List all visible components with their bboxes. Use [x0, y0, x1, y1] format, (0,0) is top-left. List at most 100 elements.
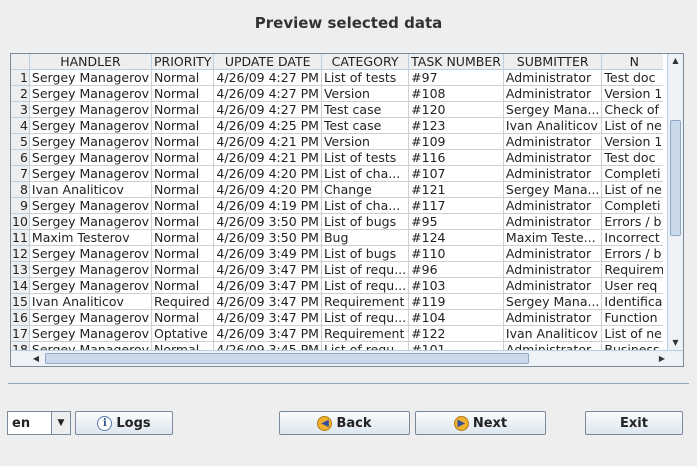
table-cell[interactable]: #103 [408, 277, 504, 294]
table-cell[interactable]: Test case [321, 101, 410, 118]
table-cell[interactable]: 4/26/09 4:20 PM [213, 181, 322, 198]
table-cell[interactable]: 4/26/09 3:47 PM [213, 309, 322, 326]
table-cell[interactable]: Completi [601, 165, 663, 182]
table-cell[interactable]: Change [321, 181, 410, 198]
vertical-scroll-thumb[interactable] [670, 120, 681, 236]
table-cell[interactable]: Incorrect [601, 229, 663, 246]
table-cell[interactable]: Normal [151, 229, 215, 246]
table-cell[interactable]: #97 [408, 69, 504, 86]
table-cell[interactable]: Normal [151, 277, 215, 294]
table-row[interactable]: 14 Sergey Managerov Normal 4/26/09 3:47 PM L… [11, 277, 663, 294]
table-cell[interactable]: Normal [151, 213, 215, 230]
table-cell[interactable]: Normal [151, 133, 215, 150]
table-cell[interactable]: Sergey Managerov [29, 197, 153, 214]
horizontal-scrollbar[interactable]: ◀ ▶ [11, 350, 683, 366]
table-cell[interactable]: Sergey Managerov [29, 245, 153, 262]
table-cell[interactable]: Sergey Managerov [29, 165, 153, 182]
table-cell[interactable]: #117 [408, 197, 504, 214]
table-cell[interactable]: 4/26/09 4:27 PM [213, 85, 322, 102]
table-cell[interactable]: Ivan Analiticov [503, 325, 603, 342]
table-cell[interactable]: Normal [151, 261, 215, 278]
table-cell[interactable]: List of requ... [321, 309, 410, 326]
table-cell[interactable]: Optative [151, 325, 215, 342]
table-cell[interactable]: Administrator [503, 69, 603, 86]
table-cell[interactable]: 4/26/09 3:47 PM [213, 325, 322, 342]
table-cell[interactable]: 4/26/09 4:25 PM [213, 117, 322, 134]
table-cell[interactable]: 4/26/09 3:50 PM [213, 213, 322, 230]
table-cell[interactable]: 4/26/09 3:47 PM [213, 277, 322, 294]
table-cell[interactable]: 4/26/09 4:27 PM [213, 101, 322, 118]
table-cell[interactable]: List of requ... [321, 277, 410, 294]
vertical-scrollbar[interactable]: ▲ ▼ [667, 54, 683, 350]
table-cell[interactable]: List of bugs [321, 213, 410, 230]
table-row[interactable]: 18 Sergey Managerov Normal 4/26/09 3:45 PM L… [11, 341, 663, 350]
table-cell[interactable]: Sergey Mana... [503, 101, 603, 118]
table-cell[interactable]: Ivan Analiticov [503, 117, 603, 134]
table-cell[interactable]: Normal [151, 101, 215, 118]
table-cell[interactable]: #96 [408, 261, 504, 278]
table-cell[interactable]: #121 [408, 181, 504, 198]
scroll-down-icon[interactable]: ▼ [668, 336, 683, 350]
table-cell[interactable]: Test case [321, 117, 410, 134]
table-row[interactable]: 9 Sergey Managerov Normal 4/26/09 4:19 PM Li… [11, 197, 663, 214]
table-row[interactable]: 10 Sergey Managerov Normal 4/26/09 3:50 PM L… [11, 213, 663, 230]
table-cell[interactable]: List of requ... [321, 261, 410, 278]
table-cell[interactable]: #104 [408, 309, 504, 326]
table-cell[interactable]: 4/26/09 3:47 PM [213, 261, 322, 278]
table-cell[interactable]: Administrator [503, 277, 603, 294]
table-cell[interactable]: 4/26/09 3:45 PM [213, 341, 322, 350]
table-cell[interactable]: Requirement [321, 293, 410, 310]
table-cell[interactable]: 4/26/09 4:20 PM [213, 165, 322, 182]
table-cell[interactable]: List of tests [321, 69, 410, 86]
table-cell[interactable]: Function [601, 309, 663, 326]
table-cell[interactable]: Sergey Managerov [29, 213, 153, 230]
table-cell[interactable]: List of tests [321, 149, 410, 166]
column-header[interactable]: UPDATE DATE [213, 54, 322, 70]
table-cell[interactable]: Ivan Analiticov [29, 293, 153, 310]
table-cell[interactable]: Check of [601, 101, 663, 118]
table-cell[interactable]: Normal [151, 85, 215, 102]
table-cell[interactable]: #122 [408, 325, 504, 342]
table-cell[interactable]: Sergey Managerov [29, 101, 153, 118]
table-cell[interactable]: List of ne [601, 325, 663, 342]
table-cell[interactable]: #119 [408, 293, 504, 310]
table-cell[interactable]: Administrator [503, 165, 603, 182]
table-cell[interactable]: Sergey Managerov [29, 133, 153, 150]
table-cell[interactable]: Version [321, 133, 410, 150]
table-cell[interactable]: Administrator [503, 149, 603, 166]
table-cell[interactable]: Normal [151, 181, 215, 198]
table-cell[interactable]: Administrator [503, 309, 603, 326]
scroll-up-icon[interactable]: ▲ [668, 54, 683, 68]
table-row[interactable]: 7 Sergey Managerov Normal 4/26/09 4:20 PM Li… [11, 165, 663, 182]
back-button[interactable]: ◀ Back [279, 411, 410, 435]
table-row[interactable]: 4 Sergey Managerov Normal 4/26/09 4:25 PM Te… [11, 117, 663, 134]
table-cell[interactable]: List of bugs [321, 245, 410, 262]
table-cell[interactable]: #110 [408, 245, 504, 262]
language-select[interactable]: en ▼ [7, 411, 71, 435]
table-cell[interactable]: Maxim Teste... [503, 229, 603, 246]
table-cell[interactable]: List of requ... [321, 341, 410, 350]
row-number-header[interactable] [11, 54, 30, 70]
table-cell[interactable]: List of ne [601, 181, 663, 198]
table-cell[interactable]: Sergey Managerov [29, 261, 153, 278]
table-cell[interactable]: Completi [601, 197, 663, 214]
table-cell[interactable]: 4/26/09 3:50 PM [213, 229, 322, 246]
table-row[interactable]: 12 Sergey Managerov Normal 4/26/09 3:49 PM L… [11, 245, 663, 262]
table-cell[interactable]: Administrator [503, 133, 603, 150]
table-cell[interactable]: Errors / b [601, 213, 663, 230]
table-row[interactable]: 3 Sergey Managerov Normal 4/26/09 4:27 PM Te… [11, 101, 663, 118]
table-cell[interactable]: Identifica [601, 293, 663, 310]
table-cell[interactable]: Sergey Managerov [29, 325, 153, 342]
table-cell[interactable]: Ivan Analiticov [29, 181, 153, 198]
table-cell[interactable]: 4/26/09 3:47 PM [213, 293, 322, 310]
table-cell[interactable]: List of ne [601, 117, 663, 134]
table-cell[interactable]: Business [601, 341, 663, 350]
table-cell[interactable]: #108 [408, 85, 504, 102]
table-cell[interactable]: #120 [408, 101, 504, 118]
table-row[interactable]: 15 Ivan Analiticov Required 4/26/09 3:47 PM… [11, 293, 663, 310]
table-cell[interactable]: Version 1 [601, 133, 663, 150]
table-row[interactable]: 17 Sergey Managerov Optative 4/26/09 3:47 P… [11, 325, 663, 342]
table-cell[interactable]: #123 [408, 117, 504, 134]
table-cell[interactable]: Errors / b [601, 245, 663, 262]
table-cell[interactable]: Normal [151, 117, 215, 134]
